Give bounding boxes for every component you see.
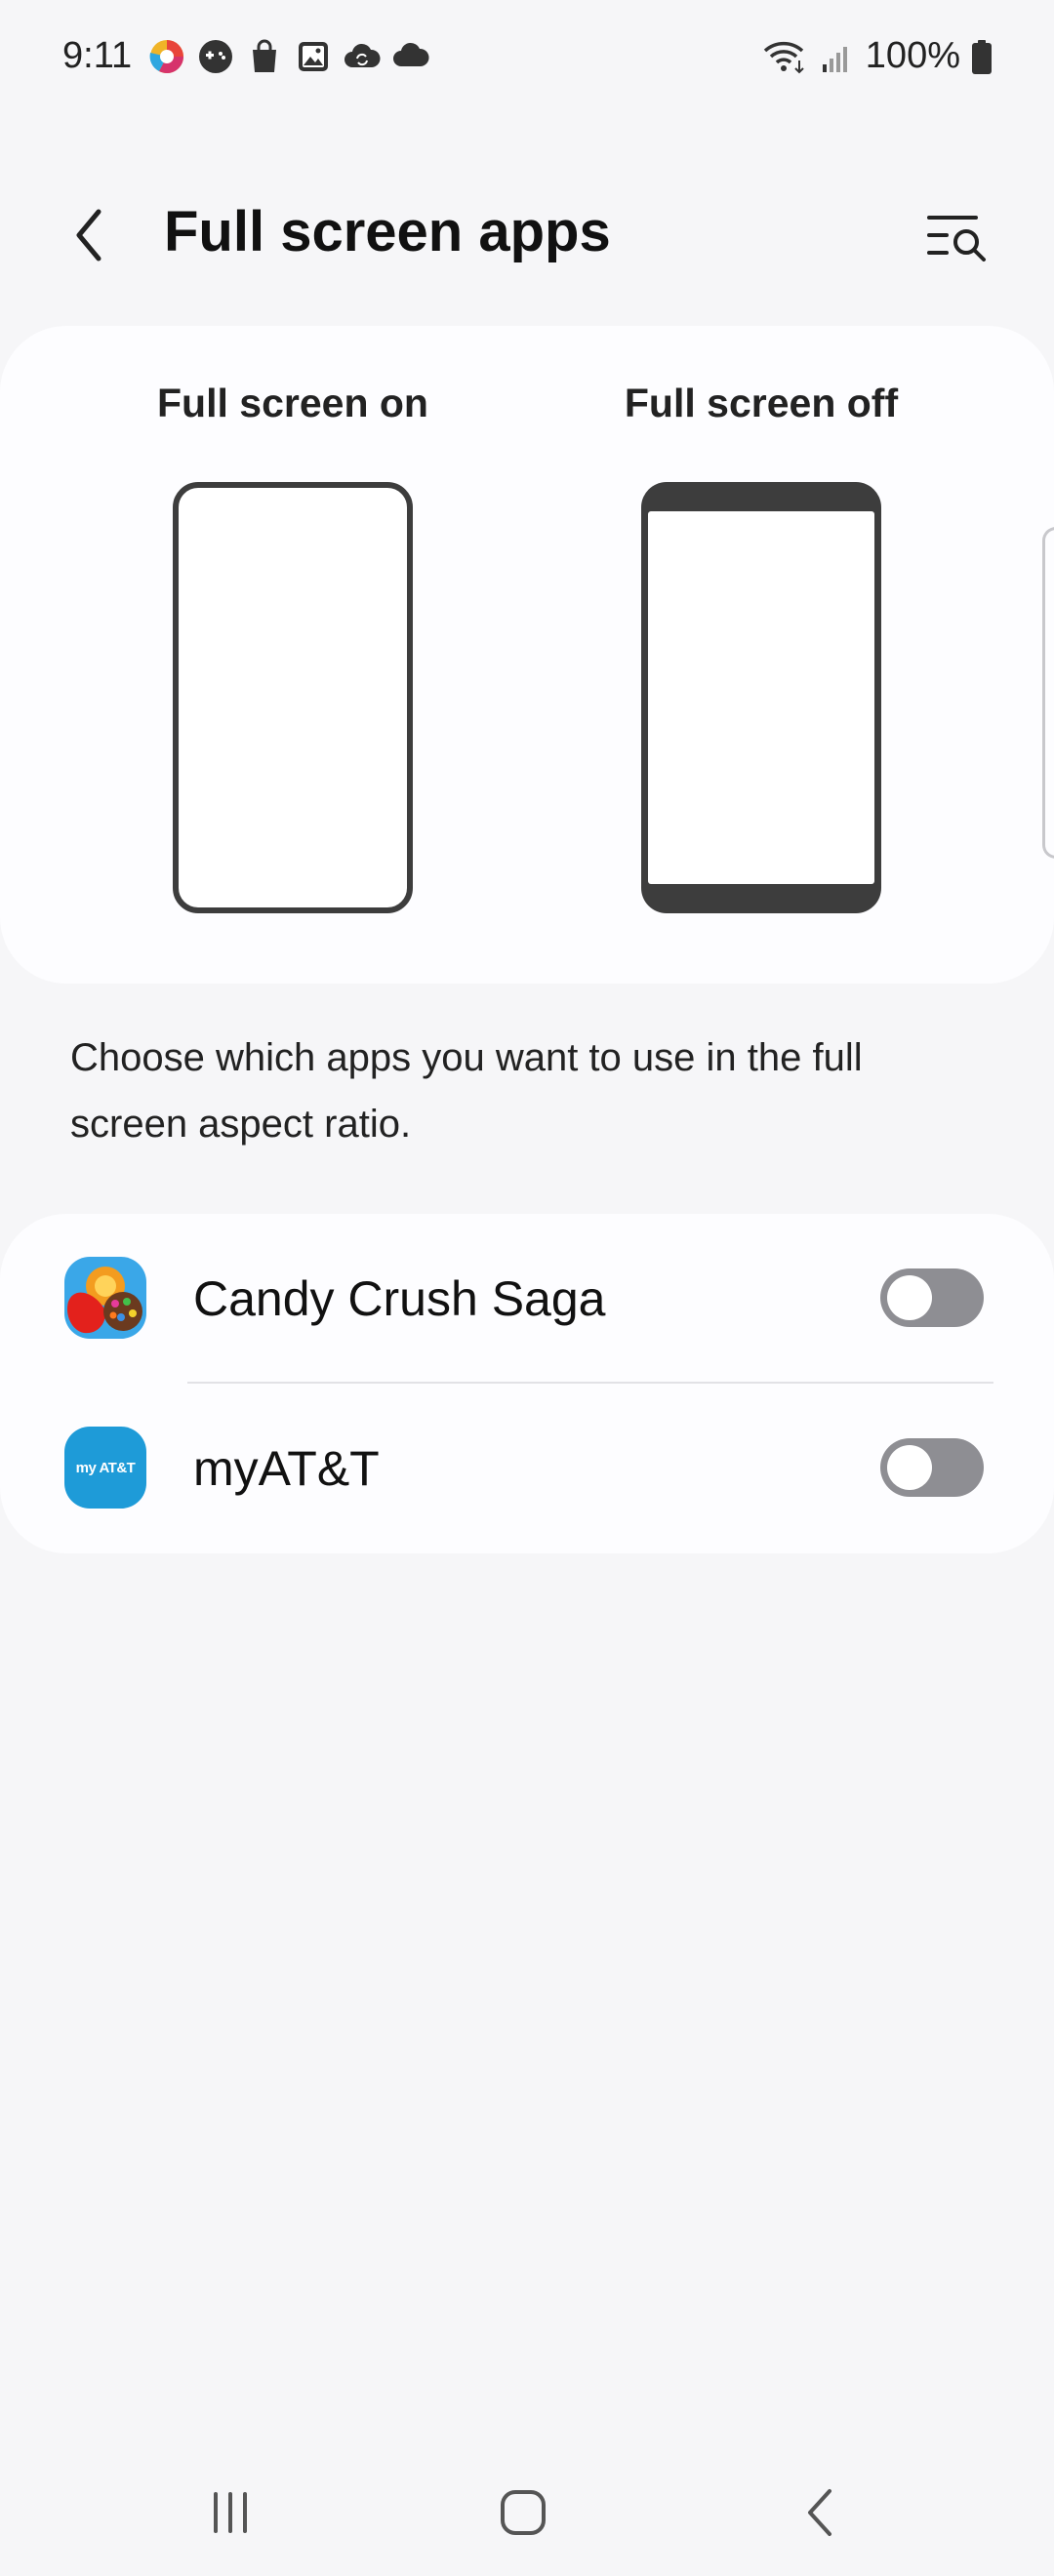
toggle-knob bbox=[887, 1275, 932, 1320]
apps-list: Candy Crush Saga my AT&T myAT&T bbox=[0, 1214, 1054, 1553]
edge-panel-handle[interactable] bbox=[1042, 527, 1054, 859]
back-icon bbox=[808, 2489, 831, 2536]
wifi-icon bbox=[762, 37, 807, 76]
nav-back-button[interactable] bbox=[781, 2478, 859, 2547]
list-item-candy-crush-saga[interactable]: Candy Crush Saga bbox=[0, 1214, 1054, 1384]
chevron-left-icon bbox=[76, 209, 101, 262]
app-name-myatt: myAT&T bbox=[193, 1441, 380, 1496]
shopping-bag-icon bbox=[245, 37, 284, 76]
cloud-sync-icon bbox=[343, 37, 382, 76]
candy-crush-app-icon bbox=[64, 1257, 146, 1339]
phone-screen-area bbox=[648, 511, 874, 884]
battery-percent: 100% bbox=[865, 35, 960, 76]
battery-icon bbox=[970, 37, 993, 76]
page-title: Full screen apps bbox=[164, 200, 611, 263]
status-time: 9:11 bbox=[62, 35, 133, 76]
myatt-app-icon: my AT&T bbox=[64, 1427, 146, 1509]
status-right: 100% bbox=[762, 35, 993, 77]
cloud-icon bbox=[391, 37, 430, 76]
list-search-icon bbox=[927, 216, 986, 262]
full-screen-off-label: Full screen off bbox=[624, 381, 899, 425]
illustration-card: Full screen on Full screen off bbox=[0, 326, 1054, 984]
full-screen-on-label: Full screen on bbox=[157, 381, 428, 425]
full-screen-on-phone-illustration bbox=[173, 482, 413, 913]
full-screen-off-phone-illustration bbox=[641, 482, 881, 913]
app-bar: Full screen apps bbox=[0, 176, 1054, 293]
status-left: 9:11 bbox=[62, 35, 430, 77]
back-button[interactable] bbox=[55, 201, 123, 269]
list-item-myatt[interactable]: my AT&T myAT&T bbox=[0, 1384, 1054, 1553]
game-controller-icon bbox=[196, 37, 235, 76]
recents-button[interactable] bbox=[191, 2478, 269, 2547]
description-text: Choose which apps you want to use in the… bbox=[70, 1036, 863, 1146]
search-settings-button[interactable] bbox=[921, 201, 993, 273]
screen: 9:11 100% Full screen apps Full screen o… bbox=[0, 0, 1054, 2576]
candy-crush-full-screen-toggle[interactable] bbox=[880, 1268, 984, 1327]
toggle-knob bbox=[887, 1445, 932, 1490]
myatt-full-screen-toggle[interactable] bbox=[880, 1438, 984, 1497]
app-name-candy-crush: Candy Crush Saga bbox=[193, 1271, 606, 1326]
home-icon bbox=[501, 2490, 546, 2535]
navigation-bar bbox=[0, 2459, 1054, 2556]
gallery-icon bbox=[294, 37, 333, 76]
signal-icon bbox=[817, 37, 856, 76]
status-bar: 9:11 100% bbox=[0, 0, 1054, 112]
home-button[interactable] bbox=[484, 2478, 562, 2547]
myatt-icon-text: my AT&T bbox=[75, 1459, 136, 1476]
chrome-like-app-icon bbox=[147, 37, 186, 76]
recents-icon bbox=[214, 2492, 247, 2533]
